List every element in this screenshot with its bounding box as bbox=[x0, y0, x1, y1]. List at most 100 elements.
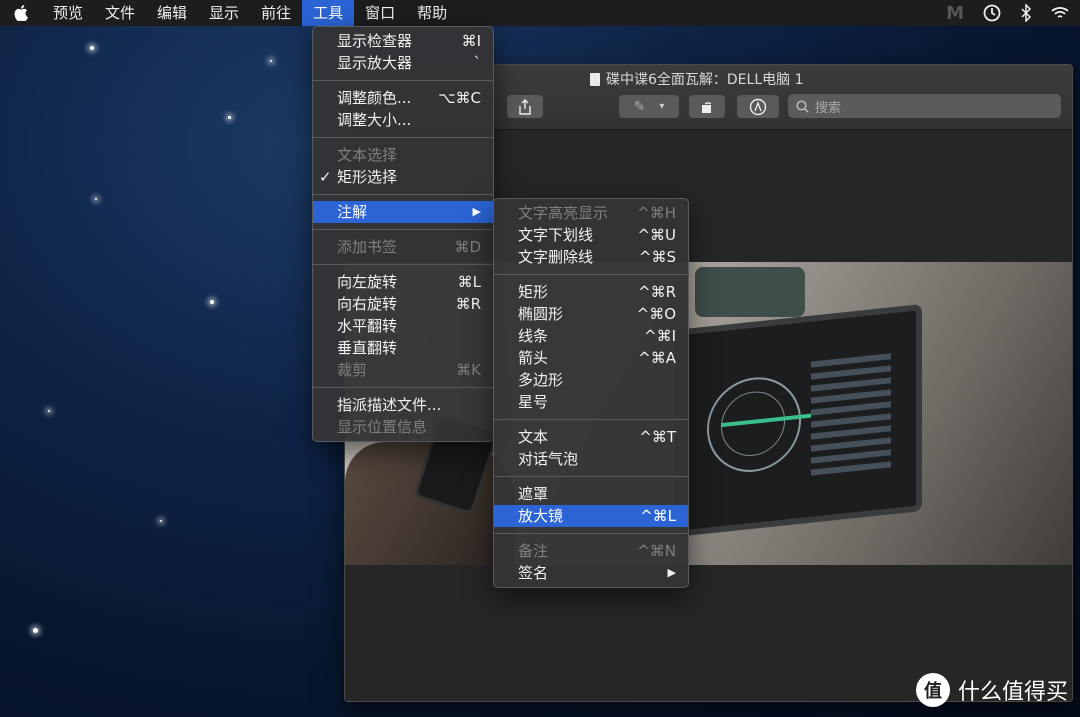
annotate-menu-item-label: 遮罩 bbox=[518, 485, 549, 503]
app-logo-icon[interactable]: M bbox=[946, 3, 964, 24]
tools-menu: 显示检查器 ⌘I 显示放大器 ` 调整颜色... ⌥⌘C 调整大小... 文本选择 ✓ 矩形选择注… bbox=[312, 26, 494, 442]
menu-separator bbox=[313, 387, 493, 388]
tools-menu-item[interactable]: 垂直翻转 bbox=[313, 337, 493, 359]
annotate-menu-item-label: 箭头 bbox=[518, 349, 549, 367]
annotate-menu-item[interactable]: 箭头 ^⌘A bbox=[494, 347, 688, 369]
share-button[interactable] bbox=[507, 95, 543, 118]
checkmark-icon: ✓ bbox=[319, 168, 332, 186]
tools-menu-item-label: 水平翻转 bbox=[337, 317, 398, 335]
annotate-menu-item-label: 备注 bbox=[518, 542, 549, 560]
menu-separator bbox=[313, 194, 493, 195]
star bbox=[160, 520, 162, 522]
annotate-menu-item-label: 对话气泡 bbox=[518, 450, 579, 468]
menu-file[interactable]: 文件 bbox=[94, 0, 146, 26]
tools-menu-item-label: 向左旋转 bbox=[337, 273, 398, 291]
annotate-menu-item[interactable]: 线条 ^⌘I bbox=[494, 325, 688, 347]
chevron-down-icon: ▾ bbox=[659, 101, 665, 112]
annotate-menu-item: 文字高亮显示 ^⌘H bbox=[494, 202, 688, 224]
tools-menu-item[interactable]: 显示放大器 ` bbox=[313, 52, 493, 74]
wifi-icon[interactable] bbox=[1050, 5, 1070, 21]
star bbox=[210, 300, 214, 304]
annotate-menu-item-shortcut: ^⌘N bbox=[637, 542, 676, 560]
menu-separator bbox=[313, 264, 493, 265]
menu-separator bbox=[494, 274, 688, 275]
tools-menu-item[interactable]: 调整颜色... ⌥⌘C bbox=[313, 87, 493, 109]
tools-menu-item[interactable]: 向左旋转 ⌘L bbox=[313, 271, 493, 293]
menu-window[interactable]: 窗口 bbox=[354, 0, 406, 26]
tools-menu-item[interactable]: ✓ 矩形选择 bbox=[313, 166, 493, 188]
submenu-arrow-icon: ▶ bbox=[667, 566, 676, 579]
annotate-menu-item[interactable]: 放大镜 ^⌘L bbox=[494, 505, 688, 527]
tools-menu-item[interactable]: 向右旋转 ⌘R bbox=[313, 293, 493, 315]
search-field[interactable]: 搜索 bbox=[788, 94, 1061, 118]
annotate-menu-item-label: 放大镜 bbox=[518, 507, 564, 525]
menu-edit[interactable]: 编辑 bbox=[146, 0, 198, 26]
rotate-icon bbox=[702, 101, 712, 113]
apple-menu-icon[interactable] bbox=[0, 0, 42, 26]
tools-menu-item-shortcut: ⌘R bbox=[455, 295, 481, 313]
star bbox=[270, 60, 272, 62]
tools-menu-item-label: 裁剪 bbox=[337, 361, 368, 379]
watermark: 值 什么值得买 bbox=[915, 673, 1068, 707]
window-title-text: 碟中谍6全面瓦解：DELL电脑 1 bbox=[606, 72, 804, 88]
annotate-menu-item-label: 文字删除线 bbox=[518, 248, 594, 266]
tools-menu-item-label: 注解 bbox=[337, 203, 368, 221]
tools-menu-item[interactable]: 水平翻转 bbox=[313, 315, 493, 337]
menu-tools[interactable]: 工具 bbox=[302, 0, 355, 26]
annotate-menu-item-shortcut: ^⌘A bbox=[638, 349, 676, 367]
annotate-menu-item[interactable]: 文字下划线 ^⌘U bbox=[494, 224, 688, 246]
tools-menu-item-label: 向右旋转 bbox=[337, 295, 398, 313]
tools-menu-item[interactable]: 指派描述文件... bbox=[313, 394, 493, 416]
tools-menu-item[interactable]: 调整大小... bbox=[313, 109, 493, 131]
annotate-menu-item[interactable]: 椭圆形 ^⌘O bbox=[494, 303, 688, 325]
menu-help[interactable]: 帮助 bbox=[406, 0, 458, 26]
menu-separator bbox=[494, 419, 688, 420]
annotate-menu-item[interactable]: 文本 ^⌘T bbox=[494, 426, 688, 448]
annotate-menu-item[interactable]: 多边形 bbox=[494, 369, 688, 391]
annotate-menu-item[interactable]: 遮罩 bbox=[494, 483, 688, 505]
watermark-logo: 值 bbox=[915, 673, 950, 707]
menu-preview[interactable]: 预览 bbox=[42, 0, 94, 26]
tools-menu-item[interactable]: 显示检查器 ⌘I bbox=[313, 30, 493, 52]
menu-separator bbox=[313, 80, 493, 81]
rotate-button[interactable] bbox=[689, 95, 725, 118]
time-machine-icon[interactable] bbox=[982, 3, 1002, 23]
annotate-menu-item: 备注 ^⌘N bbox=[494, 540, 688, 562]
tools-menu-item-shortcut: ` bbox=[473, 54, 482, 72]
annotate-menu-item[interactable]: 文字删除线 ^⌘S bbox=[494, 246, 688, 268]
annotate-menu-item-shortcut: ^⌘U bbox=[637, 226, 676, 244]
star bbox=[90, 46, 94, 50]
star bbox=[33, 628, 38, 633]
tools-menu-item-shortcut: ⌘D bbox=[454, 238, 481, 256]
tools-menu-item: 添加书签 ⌘D bbox=[313, 236, 493, 258]
annotate-menu-item[interactable]: 矩形 ^⌘R bbox=[494, 281, 688, 303]
annotate-menu-item-label: 线条 bbox=[518, 327, 549, 345]
bluetooth-icon[interactable] bbox=[1020, 4, 1032, 22]
star bbox=[95, 198, 97, 200]
annotate-menu-item-label: 文本 bbox=[518, 428, 549, 446]
status-icons: M bbox=[946, 0, 1070, 26]
search-icon bbox=[796, 99, 809, 113]
annotate-menu-item-shortcut: ^⌘S bbox=[638, 248, 676, 266]
menu-view[interactable]: 显示 bbox=[198, 0, 250, 26]
menu-go[interactable]: 前往 bbox=[250, 0, 302, 26]
tools-menu-item-label: 添加书签 bbox=[337, 238, 398, 256]
annotate-menu-item-label: 文字高亮显示 bbox=[518, 204, 609, 222]
annotate-menu-item-label: 矩形 bbox=[518, 283, 549, 301]
tools-menu-item: 文本选择 bbox=[313, 144, 493, 166]
annotate-menu-item-shortcut: ^⌘O bbox=[636, 305, 676, 323]
menu-separator bbox=[494, 476, 688, 477]
annotate-menu-item-label: 椭圆形 bbox=[518, 305, 564, 323]
annotate-menu-item[interactable]: 对话气泡 bbox=[494, 448, 688, 470]
annotate-menu-item[interactable]: 星号 bbox=[494, 391, 688, 413]
tools-menu-item: 显示位置信息 bbox=[313, 416, 493, 438]
annotate-menu-item[interactable]: 签名 ▶ bbox=[494, 562, 688, 584]
tools-menu-item-label: 调整颜色... bbox=[337, 89, 412, 107]
tools-menu-item-shortcut: ⌘L bbox=[457, 273, 481, 291]
markup-toolbar-button[interactable] bbox=[737, 95, 779, 118]
search-placeholder: 搜索 bbox=[815, 100, 842, 116]
markup-pen-button[interactable]: ✎ ▾ bbox=[619, 95, 679, 118]
document-icon bbox=[590, 72, 600, 86]
menu-separator bbox=[313, 137, 493, 138]
tools-menu-item[interactable]: 注解 ▶ bbox=[313, 201, 493, 223]
